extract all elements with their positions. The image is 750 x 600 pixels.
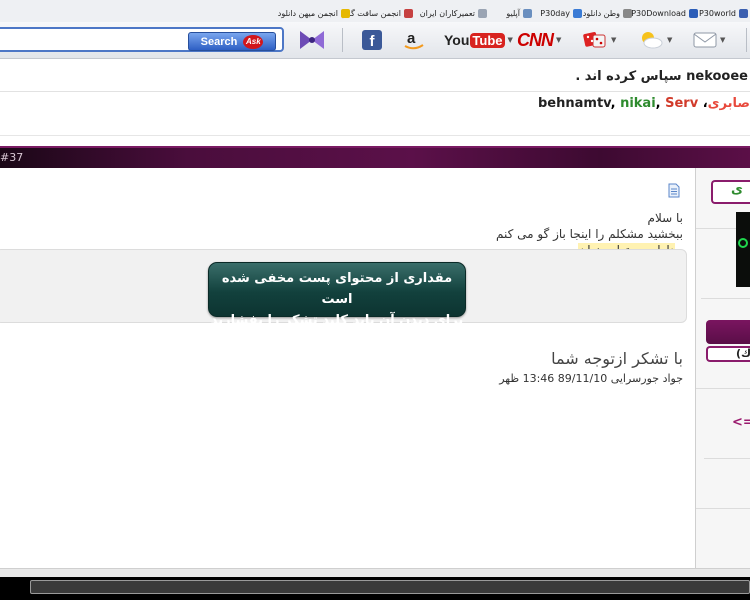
bookmark-label: P30world (698, 8, 736, 18)
user-link-serv[interactable]: Serv (665, 96, 698, 111)
post-number-link[interactable]: #37 (0, 151, 23, 164)
chevron-down-icon[interactable]: ▼ (556, 36, 561, 44)
bookmark-label: وطن دانلود (582, 8, 620, 18)
p30day-icon (573, 8, 582, 18)
user-title-tab: (ك (706, 346, 750, 362)
taskbar-window-button[interactable] (30, 580, 750, 594)
separator: ، (698, 96, 708, 111)
weather-icon[interactable]: ▼ (638, 27, 672, 53)
p30world-icon (739, 8, 748, 18)
amazon-icon[interactable]: a (402, 27, 426, 53)
search-input[interactable]: Search Ask (0, 27, 284, 52)
softgozar-icon (404, 8, 413, 18)
hidden-content-box: مقداری از محتوای پست مخفی شده است برای د… (0, 249, 687, 328)
youtube-you: You (444, 32, 470, 48)
circuit-line (701, 298, 750, 299)
bookmark-label: انجمن سافت گذر (342, 8, 401, 18)
bookmark-p30day[interactable]: P30day (540, 6, 582, 20)
toolbar-divider (746, 28, 747, 52)
chevron-down-icon[interactable]: ▼ (720, 36, 725, 44)
mihan-download-icon (341, 8, 350, 18)
bookmark-tamirkaran[interactable]: تعمیرکاران ایران (420, 6, 487, 20)
bookmark-mihan-download[interactable]: انجمن میهن دانلود (278, 6, 350, 20)
user-link-nikai[interactable]: nikai (620, 96, 656, 111)
browser-toolbar: Search Ask f a You Tube ▼ CNN ▼ ▼ ▼ ▼ (0, 22, 750, 59)
aplio-icon (523, 8, 532, 18)
bookmark-aplio[interactable]: آپلیو (506, 6, 532, 20)
bookmark-label: تعمیرکاران ایران (419, 8, 475, 18)
chevron-down-icon[interactable]: ▼ (667, 36, 672, 44)
youtube-icon[interactable]: You Tube ▼ (444, 27, 513, 53)
circuit-line (696, 508, 750, 509)
user-link-sabri[interactable]: صابری (708, 96, 750, 111)
bookmark-label: آپلیو (506, 8, 520, 18)
dice-icon[interactable]: ▼ (582, 27, 616, 53)
post-content: با سلام ببخشید مشکلم را اینجا باز گو می … (0, 168, 695, 568)
search-button-label: Search (200, 35, 238, 48)
toolbar-divider (342, 28, 343, 52)
signature-details: جواد جورسرایی 89/11/10 13:46 ظهر (499, 372, 683, 385)
circuit-line (696, 228, 736, 229)
username-box[interactable]: ی (711, 180, 750, 204)
youtube-tube: Tube (470, 32, 505, 48)
arrow-indicator: <= (732, 415, 750, 430)
vatan-download-icon (623, 8, 632, 18)
bookmark-label: انجمن میهن دانلود (277, 8, 338, 18)
post-message: ببخشید مشکلم را اینجا باز گو می کنم (495, 227, 683, 241)
hidden-notice-line-2: برای دیدن آن باید کلید تشکر را بفشارید (210, 313, 464, 328)
document-icon (668, 183, 680, 198)
post-header-bar: #37 (0, 146, 750, 170)
mail-icon[interactable]: ▼ (693, 27, 725, 53)
ask-logo-icon: Ask (243, 34, 264, 49)
bookmark-label: P30day (540, 8, 570, 18)
taskbar (0, 577, 750, 600)
bookmarks-bar: P30world P30Download وطن دانلود P30day آ… (0, 0, 750, 22)
bookmark-vatan-download[interactable]: وطن دانلود (583, 6, 632, 20)
post-greeting: با سلام (647, 211, 683, 225)
hidden-content-button[interactable]: مقداری از محتوای پست مخفی شده است برای د… (208, 262, 466, 328)
search-button[interactable]: Search Ask (188, 32, 276, 51)
user-rank-bar (706, 320, 750, 344)
thanks-summary: nekooee سپاس کرده اند . (575, 69, 748, 84)
separator: , (610, 96, 621, 111)
avatar-ring-icon (738, 238, 748, 248)
user-link-behnamtv[interactable]: behnamtv (538, 96, 611, 111)
facebook-icon[interactable]: f (362, 27, 382, 53)
circuit-line (704, 458, 750, 459)
divider (0, 91, 750, 92)
circuit-line (696, 388, 750, 389)
separator: , (655, 96, 666, 111)
svg-text:a: a (407, 30, 416, 47)
hidden-notice-line-1: مقداری از محتوای پست مخفی شده است (221, 271, 453, 307)
user-avatar (736, 212, 750, 287)
bookmark-label: P30Download (631, 8, 686, 18)
bookmark-p30download[interactable]: P30Download (631, 6, 698, 20)
divider (0, 135, 750, 136)
chevron-down-icon[interactable]: ▼ (611, 36, 616, 44)
cnn-icon[interactable]: CNN ▼ (517, 27, 561, 53)
post-signature: با تشکر ازتوجه شما (551, 349, 683, 368)
thanks-user-list: صابری، behnamtv, nikai, Serv (538, 96, 750, 111)
user-info-sidebar: ی (ك <= (695, 168, 750, 568)
bookmark-p30world[interactable]: P30world (699, 6, 748, 20)
cnn-logo: CNN (517, 29, 554, 50)
page-icon (478, 8, 487, 18)
bookmark-softgozar[interactable]: انجمن سافت گذر (343, 6, 413, 20)
p30download-icon (689, 8, 698, 18)
bow-tie-icon[interactable] (298, 27, 326, 53)
chevron-down-icon[interactable]: ▼ (508, 36, 513, 44)
